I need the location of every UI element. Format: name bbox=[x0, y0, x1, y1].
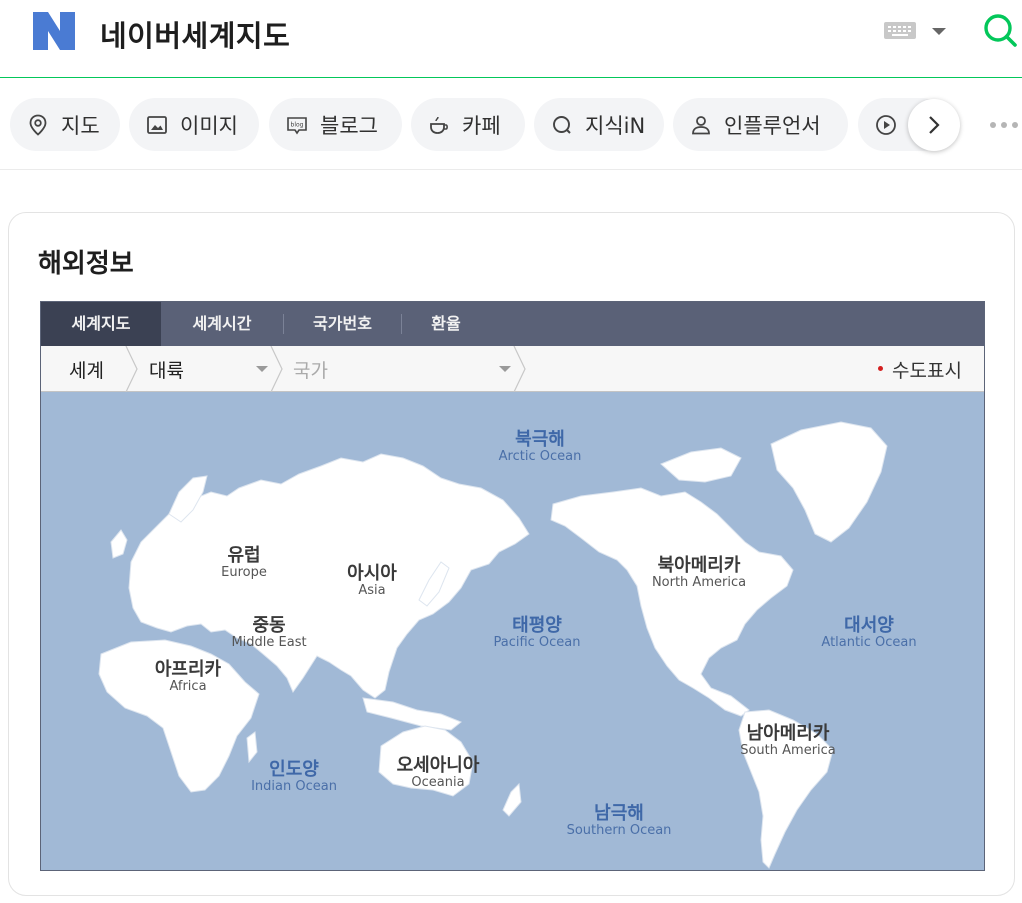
region-breadcrumb: 세계 대륙 국가 수도표시 bbox=[41, 346, 984, 392]
region-name: 북아메리카 bbox=[657, 555, 741, 576]
breadcrumb-separator bbox=[513, 346, 526, 392]
arctic-islands bbox=[660, 447, 742, 483]
ocean-name: 태평양 bbox=[512, 615, 562, 636]
breadcrumb-separator bbox=[125, 346, 138, 392]
tab-map[interactable]: 지도 bbox=[10, 98, 120, 151]
overseas-info-card: 해외정보 세계지도 세계시간 국가번호 환율 세계 대륙 국가 수도표시 유럽 … bbox=[8, 212, 1015, 896]
region-south-america[interactable]: 남아메리카 South America bbox=[740, 724, 836, 758]
ocean-name-en: Pacific Ocean bbox=[493, 634, 581, 650]
region-name: 아시아 bbox=[347, 563, 397, 584]
ocean-name: 대서양 bbox=[844, 615, 894, 636]
search-header: 네이버세계지도 bbox=[0, 0, 1022, 78]
naver-logo[interactable] bbox=[33, 12, 75, 50]
search-icon[interactable] bbox=[982, 12, 1018, 48]
search-query[interactable]: 네이버세계지도 bbox=[100, 13, 290, 55]
more-icon[interactable] bbox=[990, 122, 1020, 130]
region-name-en: Europe bbox=[221, 564, 267, 580]
card-title: 해외정보 bbox=[38, 249, 134, 279]
ocean-name: 남극해 bbox=[594, 803, 644, 824]
indonesia bbox=[362, 697, 462, 731]
region-name-en: Africa bbox=[169, 678, 207, 694]
region-name-en: North America bbox=[651, 574, 747, 590]
tab-label: 이미지 bbox=[180, 113, 238, 138]
chevron-right-icon bbox=[929, 116, 940, 134]
tab-label: 블로그 bbox=[320, 113, 378, 138]
ocean-name-en: Southern Ocean bbox=[566, 822, 672, 838]
region-name: 아프리카 bbox=[154, 659, 222, 680]
region-name-en: Oceania bbox=[411, 774, 465, 790]
tabs-next-button[interactable] bbox=[908, 99, 960, 151]
tab-country-code[interactable]: 국가번호 bbox=[284, 302, 401, 346]
tab-cafe[interactable]: 카페 bbox=[411, 98, 525, 151]
region-name: 중동 bbox=[252, 615, 286, 636]
ocean-indian: 인도양 Indian Ocean bbox=[251, 760, 337, 794]
ocean-name: 북극해 bbox=[515, 429, 565, 450]
tab-label: 지도 bbox=[61, 113, 100, 138]
region-asia[interactable]: 아시아 Asia bbox=[347, 564, 397, 598]
tab-label: 카페 bbox=[462, 113, 501, 138]
tab-image[interactable]: 이미지 bbox=[129, 98, 259, 151]
play-icon bbox=[874, 113, 898, 137]
region-name-en: Middle East bbox=[231, 634, 307, 650]
ocean-name-en: Arctic Ocean bbox=[498, 448, 582, 464]
new-zealand bbox=[502, 782, 522, 817]
keyboard-icon[interactable] bbox=[884, 22, 916, 39]
capital-toggle[interactable]: 수도표시 bbox=[892, 356, 962, 383]
crumb-world[interactable]: 세계 bbox=[69, 356, 104, 383]
region-name: 남아메리카 bbox=[746, 723, 830, 744]
country-select[interactable]: 국가 bbox=[293, 356, 328, 383]
tab-world-time[interactable]: 세계시간 bbox=[162, 302, 282, 346]
knowledge-icon bbox=[550, 113, 574, 137]
region-north-america[interactable]: 북아메리카 North America bbox=[652, 556, 746, 590]
region-name-en: Asia bbox=[358, 582, 386, 598]
chevron-down-icon[interactable] bbox=[499, 366, 511, 372]
region-name: 오세아니아 bbox=[396, 755, 480, 776]
tab-knowledge-in[interactable]: 지식iN bbox=[534, 98, 664, 151]
region-europe[interactable]: 유럽 Europe bbox=[221, 546, 267, 580]
breadcrumb-separator bbox=[270, 346, 283, 392]
madagascar bbox=[246, 731, 258, 764]
region-africa[interactable]: 아프리카 Africa bbox=[155, 660, 221, 694]
tab-world-map[interactable]: 세계지도 bbox=[41, 302, 161, 346]
ocean-atlantic: 대서양 Atlantic Ocean bbox=[821, 616, 916, 650]
ocean-arctic: 북극해 Arctic Ocean bbox=[499, 430, 582, 464]
person-icon bbox=[689, 113, 713, 137]
region-middle-east[interactable]: 중동 Middle East bbox=[231, 616, 306, 650]
north-america-landmass bbox=[550, 487, 794, 717]
ocean-pacific: 태평양 Pacific Ocean bbox=[493, 616, 580, 650]
ocean-southern: 남극해 Southern Ocean bbox=[567, 804, 672, 838]
cafe-cup-icon bbox=[427, 113, 451, 137]
tab-blog[interactable]: blog 블로그 bbox=[269, 98, 402, 151]
ocean-name-en: Atlantic Ocean bbox=[821, 634, 917, 650]
tab-influencer[interactable]: 인플루언서 bbox=[673, 98, 848, 151]
region-oceania[interactable]: 오세아니아 Oceania bbox=[397, 756, 480, 790]
world-map-widget: 세계지도 세계시간 국가번호 환율 세계 대륙 국가 수도표시 유럽 Europ… bbox=[40, 301, 985, 871]
search-tabs: 지도 이미지 blog 블로그 카페 지식iN 인플루언서 bbox=[0, 79, 1022, 170]
ocean-name: 인도양 bbox=[269, 759, 319, 780]
britain bbox=[110, 529, 128, 559]
chevron-down-icon[interactable] bbox=[932, 28, 946, 35]
greenland bbox=[770, 421, 888, 543]
ocean-name-en: Indian Ocean bbox=[251, 778, 337, 794]
tab-exchange-rate[interactable]: 환율 bbox=[402, 302, 490, 346]
tab-label: 인플루언서 bbox=[724, 113, 821, 138]
continent-select[interactable]: 대륙 bbox=[149, 356, 184, 383]
region-name-en: South America bbox=[740, 742, 836, 758]
map-pin-icon bbox=[26, 113, 50, 137]
widget-tabs: 세계지도 세계시간 국가번호 환율 bbox=[41, 302, 984, 346]
tab-label: 지식iN bbox=[585, 113, 646, 138]
svg-text:blog: blog bbox=[291, 121, 304, 128]
region-name: 유럽 bbox=[227, 545, 261, 566]
capital-dot-icon bbox=[878, 366, 883, 371]
chevron-down-icon[interactable] bbox=[256, 366, 268, 372]
image-icon bbox=[145, 113, 169, 137]
blog-icon: blog bbox=[285, 113, 309, 137]
world-map: 유럽 Europe 아시아 Asia 중동 Middle East 아프리카 A… bbox=[41, 392, 984, 870]
